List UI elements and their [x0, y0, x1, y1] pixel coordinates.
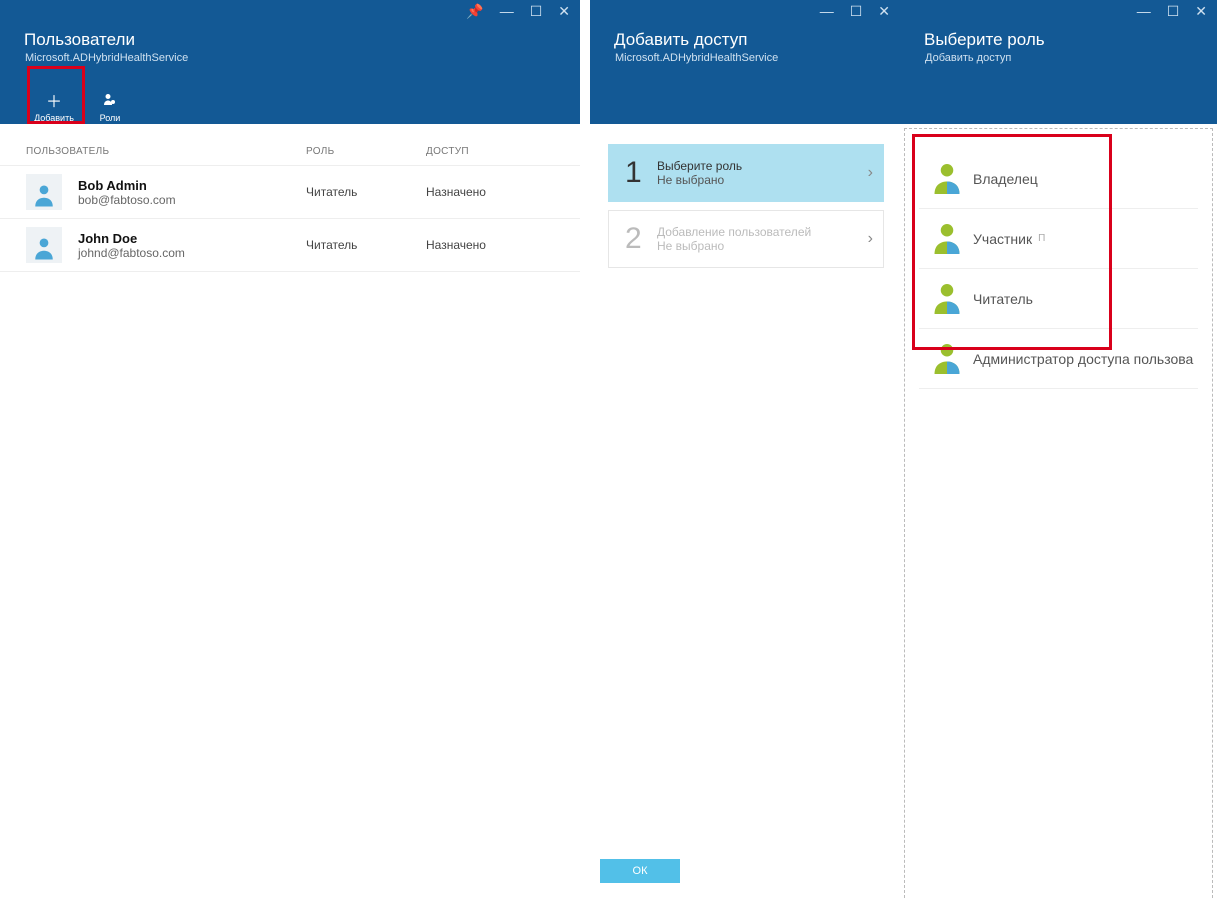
close-icon[interactable]: ✕ [1195, 4, 1207, 18]
step-sub: Не выбрано [657, 239, 868, 253]
blade-select-role: — ☐ ✕ Выберите роль Добавить доступ Влад… [900, 0, 1217, 899]
roles-icon [102, 91, 118, 109]
role-label: Владелец [973, 171, 1038, 187]
role-label: Администратор доступа пользова [973, 351, 1193, 367]
minimize-icon[interactable]: — [820, 4, 834, 18]
ok-button[interactable]: ОК [600, 859, 680, 883]
pin-icon[interactable]: 📌 [466, 4, 483, 18]
step-title: Добавление пользователей [657, 225, 868, 239]
user-info: Bob Admin bob@fabtoso.com [78, 178, 306, 207]
step-add-users[interactable]: 2 Добавление пользователей Не выбрано › [608, 210, 884, 268]
chevron-right-icon: › [868, 230, 873, 248]
blade-select-role-subtitle: Добавить доступ [900, 52, 1217, 78]
window-controls: — ☐ ✕ [1137, 4, 1207, 18]
blade-users: 📌 — ☐ ✕ Пользователи Microsoft.ADHybridH… [0, 0, 580, 899]
blade-select-role-body: Владелец Участник П Читатель Администрат… [900, 124, 1217, 899]
blade-users-body: ПОЛЬЗОВАТЕЛЬ РОЛЬ ДОСТУП Bob Admin bob@f… [0, 124, 580, 899]
table-row[interactable]: John Doe johnd@fabtoso.com Читатель Назн… [0, 218, 580, 272]
blade-add-access: — ☐ ✕ Добавить доступ Microsoft.ADHybrid… [590, 0, 900, 899]
step-list: 1 Выберите роль Не выбрано › 2 Добавлени… [590, 124, 900, 268]
plus-icon: ＋ [46, 91, 62, 109]
table-header: ПОЛЬЗОВАТЕЛЬ РОЛЬ ДОСТУП [0, 124, 580, 165]
table-row[interactable]: Bob Admin bob@fabtoso.com Читатель Назна… [0, 165, 580, 218]
maximize-icon[interactable]: ☐ [1167, 4, 1180, 18]
role-list: Владелец Участник П Читатель Администрат… [905, 149, 1212, 389]
role-label: Читатель [973, 291, 1033, 307]
step-text: Добавление пользователей Не выбрано [657, 225, 868, 253]
step-select-role[interactable]: 1 Выберите роль Не выбрано › [608, 144, 884, 202]
user-role: Читатель [306, 238, 426, 252]
step-number: 1 [625, 156, 657, 190]
blade-users-header: 📌 — ☐ ✕ Пользователи Microsoft.ADHybridH… [0, 0, 580, 124]
add-button-label: Добавить [34, 113, 74, 123]
role-item-user-access-admin[interactable]: Администратор доступа пользова [919, 329, 1198, 389]
avatar [26, 227, 62, 263]
window-controls: 📌 — ☐ ✕ [466, 4, 570, 18]
step-title: Выберите роль [657, 159, 868, 173]
col-role: РОЛЬ [306, 146, 426, 157]
step-text: Выберите роль Не выбрано [657, 159, 868, 187]
step-sub: Не выбрано [657, 173, 868, 187]
minimize-icon[interactable]: — [1137, 4, 1151, 18]
user-role: Читатель [306, 185, 426, 199]
col-user: ПОЛЬЗОВАТЕЛЬ [26, 146, 306, 157]
user-email: johnd@fabtoso.com [78, 246, 306, 260]
maximize-icon[interactable]: ☐ [850, 4, 863, 18]
user-email: bob@fabtoso.com [78, 193, 306, 207]
minimize-icon[interactable]: — [500, 4, 514, 18]
blade-add-access-subtitle: Microsoft.ADHybridHealthService [590, 52, 900, 78]
step-number: 2 [625, 222, 657, 256]
close-icon[interactable]: ✕ [558, 4, 570, 18]
blade-add-access-header: — ☐ ✕ Добавить доступ Microsoft.ADHybrid… [590, 0, 900, 124]
col-access: ДОСТУП [426, 146, 546, 157]
blade-select-role-header: — ☐ ✕ Выберите роль Добавить доступ [900, 0, 1217, 124]
avatar [26, 174, 62, 210]
blade-add-access-footer: ОК [590, 849, 900, 899]
chevron-right-icon: › [868, 164, 873, 182]
user-access: Назначено [426, 185, 546, 199]
user-name: Bob Admin [78, 178, 306, 193]
role-list-container: Владелец Участник П Читатель Администрат… [904, 128, 1213, 899]
user-info: John Doe johnd@fabtoso.com [78, 231, 306, 260]
blade-add-access-body: 1 Выберите роль Не выбрано › 2 Добавлени… [590, 124, 900, 849]
preview-badge: П [1038, 233, 1045, 244]
close-icon[interactable]: ✕ [878, 4, 890, 18]
role-icon [927, 284, 967, 434]
user-access: Назначено [426, 238, 546, 252]
user-name: John Doe [78, 231, 306, 246]
role-label: Участник [973, 231, 1032, 247]
blade-users-subtitle: Microsoft.ADHybridHealthService [0, 52, 580, 78]
maximize-icon[interactable]: ☐ [530, 4, 543, 18]
roles-button-label: Роли [100, 113, 121, 123]
window-controls: — ☐ ✕ [820, 4, 890, 18]
